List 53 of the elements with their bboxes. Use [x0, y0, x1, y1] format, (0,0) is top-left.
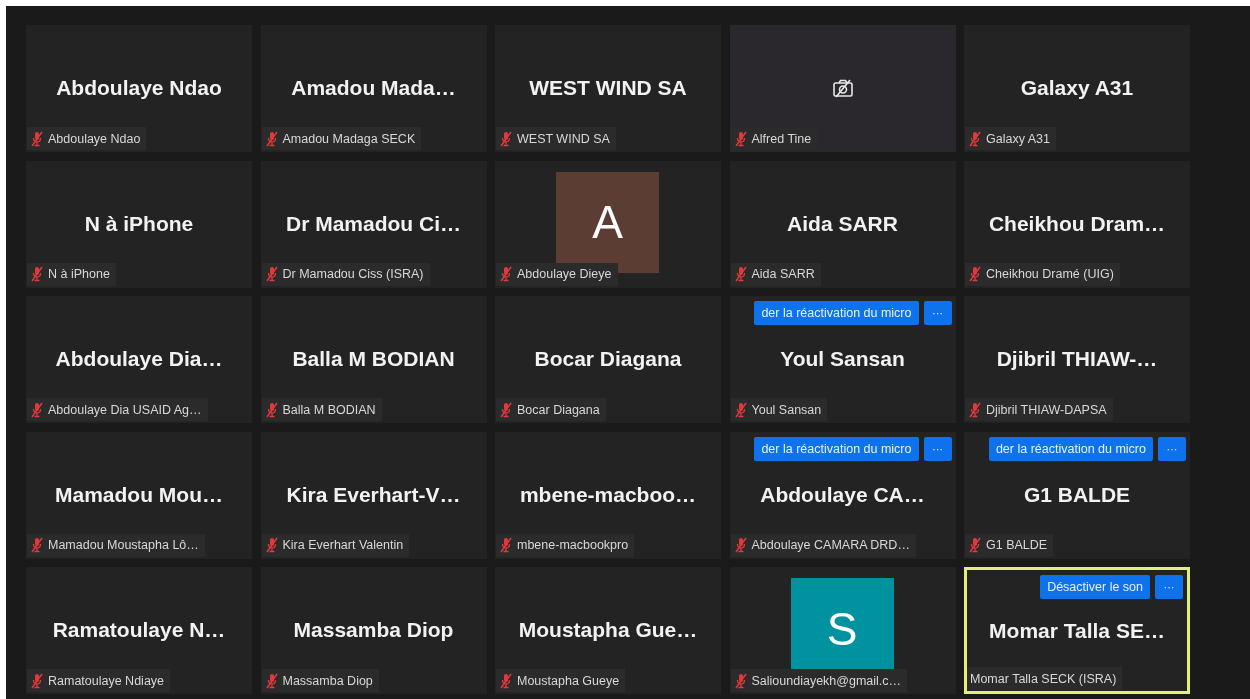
participant-name: Moustapha Gue…: [518, 618, 698, 642]
participant-name: mbene-macboo…: [519, 482, 697, 507]
name-label: Djibril THIAW-DAPSA: [965, 398, 1113, 421]
name-label: N à iPhone: [27, 262, 116, 286]
participant-name: Ramatoulaye N…: [52, 618, 226, 642]
name-label: Aida SARR: [730, 262, 821, 286]
action-button[interactable]: der la réactivation du micro: [754, 436, 919, 461]
name-label: Balla M BODIAN: [261, 398, 382, 421]
more-button[interactable]: ···: [1158, 436, 1186, 461]
name-label: Momar Talla SECK (ISRA): [967, 667, 1123, 690]
name-label: Abdoulaye CAMARA DRD…: [730, 533, 916, 557]
name-label: Abdoulaye Ndao: [27, 127, 147, 150]
participant-name: Abdoulaye CA…: [760, 482, 925, 507]
participant-name: Massamba Diop: [293, 618, 454, 642]
name-label: Massamba Diop: [261, 669, 379, 692]
participant-name: Kira Everhart-V…: [286, 482, 461, 507]
name-label: Cheikhou Dramé (UIG): [965, 262, 1120, 286]
more-button[interactable]: ···: [923, 436, 952, 461]
participant-name: Djibril THIAW-…: [996, 347, 1158, 371]
action-button[interactable]: der la réactivation du micro: [754, 301, 919, 325]
name-label: Youl Sansan: [730, 398, 828, 421]
participant-name: Balla M BODIAN: [292, 347, 455, 371]
participant-name: Youl Sansan: [780, 347, 905, 371]
name-label: Mamadou Moustapha Lô…: [27, 533, 205, 557]
name-label: Amadou Madaga SECK: [261, 127, 422, 150]
participant-name: Momar Talla SE…: [989, 618, 1165, 643]
name-label: Kira Everhart Valentin: [261, 533, 410, 557]
participant-name: Amadou Mada…: [291, 76, 456, 100]
more-button[interactable]: ···: [1155, 575, 1183, 599]
camera-off-icon: [831, 78, 854, 98]
name-label: Ramatoulaye Ndiaye: [27, 669, 171, 692]
participant-name: Galaxy A31: [1020, 76, 1134, 100]
name-label: Abdoulaye Dia USAID Ag…: [27, 398, 208, 421]
name-label: WEST WIND SA: [496, 127, 616, 150]
name-label: G1 BALDE: [965, 533, 1054, 557]
participant-name: Cheikhou Dram…: [988, 211, 1166, 236]
participant-name: Aida SARR: [787, 211, 898, 236]
action-button[interactable]: Désactiver le son: [1040, 575, 1150, 599]
participant-name: WEST WIND SA: [529, 76, 687, 100]
participant-name: N à iPhone: [84, 211, 194, 236]
name-label: Moustapha Gueye: [496, 669, 626, 692]
participant-name: Abdoulaye Ndao: [56, 76, 222, 100]
name-label: Bocar Diagana: [496, 398, 606, 421]
participant-name: Mamadou Mou…: [55, 482, 223, 507]
more-button[interactable]: ···: [923, 301, 952, 325]
participant-name: Dr Mamadou Ci…: [286, 211, 461, 236]
action-button[interactable]: der la réactivation du micro: [988, 436, 1153, 461]
participant-name: G1 BALDE: [1023, 482, 1131, 507]
name-label: Dr Mamadou Ciss (ISRA): [261, 262, 430, 286]
name-label: mbene-macbookpro: [496, 533, 635, 557]
participant-name: Bocar Diagana: [534, 347, 682, 371]
participant-name: Abdoulaye Dia…: [55, 347, 223, 371]
name-label: Galaxy A31: [965, 127, 1056, 150]
